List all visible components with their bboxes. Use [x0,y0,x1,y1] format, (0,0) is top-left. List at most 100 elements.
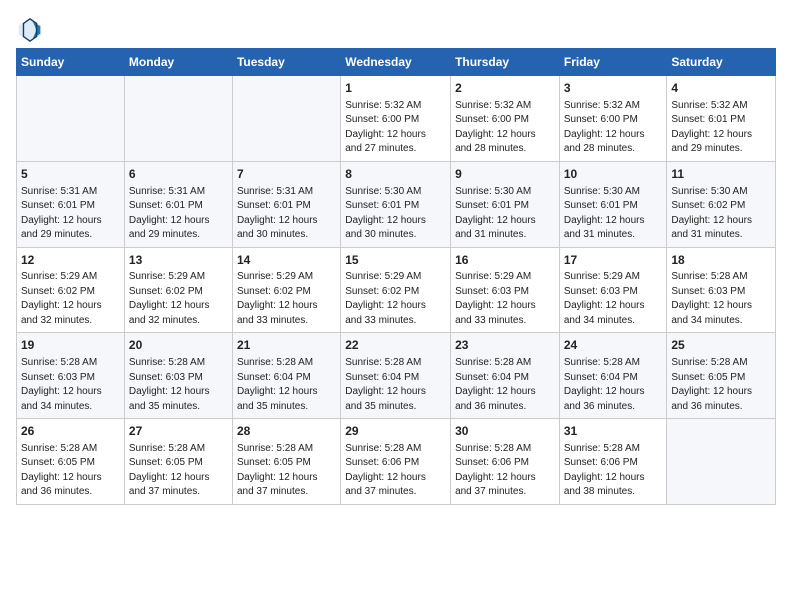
header-friday: Friday [559,49,667,76]
day-number: 3 [564,80,663,97]
day-number: 30 [455,423,555,440]
day-info: Sunrise: 5:28 AM Sunset: 6:03 PM Dayligh… [671,270,771,328]
page-header [16,16,776,44]
day-number: 13 [129,252,228,269]
day-info: Sunrise: 5:28 AM Sunset: 6:04 PM Dayligh… [455,356,555,414]
header-saturday: Saturday [667,49,776,76]
day-number: 25 [671,337,771,354]
calendar-cell: 2 Sunrise: 5:32 AM Sunset: 6:00 PM Daylig… [451,76,560,162]
day-number: 4 [671,80,771,97]
day-info: Sunrise: 5:28 AM Sunset: 6:06 PM Dayligh… [345,442,446,500]
calendar-table: SundayMondayTuesdayWednesdayThursdayFrid… [16,48,776,505]
header-monday: Monday [124,49,232,76]
calendar-cell: 18Sunrise: 5:28 AM Sunset: 6:03 PM Dayli… [667,247,776,333]
calendar-cell: 31 Sunrise: 5:28 AM Sunset: 6:06 PM Dayli… [559,419,667,505]
calendar-cell: 26 Sunrise: 5:28 AM Sunset: 6:05 PM Dayli… [17,419,125,505]
day-info: Sunrise: 5:32 AM Sunset: 6:00 PM Dayligh… [455,99,555,157]
day-info: Sunrise: 5:28 AM Sunset: 6:05 PM Dayligh… [21,442,120,500]
calendar-cell: 10Sunrise: 5:30 AM Sunset: 6:01 PM Dayli… [559,161,667,247]
calendar-cell: 20Sunrise: 5:28 AM Sunset: 6:03 PM Dayli… [124,333,232,419]
day-number: 5 [21,166,120,183]
header-thursday: Thursday [451,49,560,76]
day-info: Sunrise: 5:28 AM Sunset: 6:03 PM Dayligh… [129,356,228,414]
day-info: Sunrise: 5:30 AM Sunset: 6:02 PM Dayligh… [671,185,771,243]
calendar-cell: 22 Sunrise: 5:28 AM Sunset: 6:04 PM Dayli… [341,333,451,419]
calendar-cell: 6Sunrise: 5:31 AM Sunset: 6:01 PM Daylig… [124,161,232,247]
calendar-cell: 13Sunrise: 5:29 AM Sunset: 6:02 PM Dayli… [124,247,232,333]
calendar-cell: 14Sunrise: 5:29 AM Sunset: 6:02 PM Dayli… [232,247,340,333]
day-info: Sunrise: 5:28 AM Sunset: 6:03 PM Dayligh… [21,356,120,414]
day-number: 12 [21,252,120,269]
calendar-cell: 15Sunrise: 5:29 AM Sunset: 6:02 PM Dayli… [341,247,451,333]
day-number: 17 [564,252,663,269]
day-info: Sunrise: 5:28 AM Sunset: 6:04 PM Dayligh… [564,356,663,414]
day-number: 9 [455,166,555,183]
day-info: Sunrise: 5:32 AM Sunset: 6:00 PM Dayligh… [564,99,663,157]
header-tuesday: Tuesday [232,49,340,76]
day-number: 28 [237,423,336,440]
day-number: 22 [345,337,446,354]
logo-icon [16,16,44,44]
calendar-week-4: 19 Sunrise: 5:28 AM Sunset: 6:03 PM Dayli… [17,333,776,419]
calendar-cell [17,76,125,162]
day-number: 18 [671,252,771,269]
day-info: Sunrise: 5:28 AM Sunset: 6:05 PM Dayligh… [237,442,336,500]
day-number: 24 [564,337,663,354]
day-info: Sunrise: 5:28 AM Sunset: 6:05 PM Dayligh… [671,356,771,414]
day-number: 2 [455,80,555,97]
calendar-cell: 25 Sunrise: 5:28 AM Sunset: 6:05 PM Dayli… [667,333,776,419]
day-number: 23 [455,337,555,354]
calendar-cell [667,419,776,505]
day-number: 8 [345,166,446,183]
calendar-body: 1 Sunrise: 5:32 AM Sunset: 6:00 PM Daylig… [17,76,776,505]
day-number: 29 [345,423,446,440]
day-number: 1 [345,80,446,97]
day-number: 26 [21,423,120,440]
calendar-cell: 7 Sunrise: 5:31 AM Sunset: 6:01 PM Daylig… [232,161,340,247]
calendar-week-2: 5 Sunrise: 5:31 AM Sunset: 6:01 PM Daylig… [17,161,776,247]
day-info: Sunrise: 5:32 AM Sunset: 6:01 PM Dayligh… [671,99,771,157]
day-info: Sunrise: 5:31 AM Sunset: 6:01 PM Dayligh… [237,185,336,243]
calendar-cell: 21 Sunrise: 5:28 AM Sunset: 6:04 PM Dayli… [232,333,340,419]
day-info: Sunrise: 5:29 AM Sunset: 6:02 PM Dayligh… [21,270,120,328]
header-wednesday: Wednesday [341,49,451,76]
calendar-cell: 19 Sunrise: 5:28 AM Sunset: 6:03 PM Dayli… [17,333,125,419]
calendar-cell: 29 Sunrise: 5:28 AM Sunset: 6:06 PM Dayli… [341,419,451,505]
day-number: 11 [671,166,771,183]
day-info: Sunrise: 5:30 AM Sunset: 6:01 PM Dayligh… [345,185,446,243]
day-info: Sunrise: 5:28 AM Sunset: 6:04 PM Dayligh… [237,356,336,414]
calendar-cell: 3 Sunrise: 5:32 AM Sunset: 6:00 PM Daylig… [559,76,667,162]
day-number: 27 [129,423,228,440]
day-info: Sunrise: 5:32 AM Sunset: 6:00 PM Dayligh… [345,99,446,157]
calendar-week-5: 26 Sunrise: 5:28 AM Sunset: 6:05 PM Dayli… [17,419,776,505]
calendar-cell: 8 Sunrise: 5:30 AM Sunset: 6:01 PM Daylig… [341,161,451,247]
day-info: Sunrise: 5:28 AM Sunset: 6:06 PM Dayligh… [564,442,663,500]
day-number: 19 [21,337,120,354]
logo [16,16,48,44]
day-number: 21 [237,337,336,354]
calendar-cell: 24 Sunrise: 5:28 AM Sunset: 6:04 PM Dayli… [559,333,667,419]
day-info: Sunrise: 5:28 AM Sunset: 6:06 PM Dayligh… [455,442,555,500]
day-number: 6 [129,166,228,183]
day-number: 15 [345,252,446,269]
day-info: Sunrise: 5:28 AM Sunset: 6:04 PM Dayligh… [345,356,446,414]
calendar-cell: 5 Sunrise: 5:31 AM Sunset: 6:01 PM Daylig… [17,161,125,247]
day-info: Sunrise: 5:29 AM Sunset: 6:02 PM Dayligh… [129,270,228,328]
calendar-week-3: 12Sunrise: 5:29 AM Sunset: 6:02 PM Dayli… [17,247,776,333]
day-info: Sunrise: 5:31 AM Sunset: 6:01 PM Dayligh… [21,185,120,243]
day-info: Sunrise: 5:29 AM Sunset: 6:02 PM Dayligh… [237,270,336,328]
day-number: 14 [237,252,336,269]
day-number: 7 [237,166,336,183]
calendar-header-row: SundayMondayTuesdayWednesdayThursdayFrid… [17,49,776,76]
calendar-cell: 16Sunrise: 5:29 AM Sunset: 6:03 PM Dayli… [451,247,560,333]
day-info: Sunrise: 5:28 AM Sunset: 6:05 PM Dayligh… [129,442,228,500]
calendar-cell: 17Sunrise: 5:29 AM Sunset: 6:03 PM Dayli… [559,247,667,333]
day-info: Sunrise: 5:30 AM Sunset: 6:01 PM Dayligh… [455,185,555,243]
day-info: Sunrise: 5:29 AM Sunset: 6:02 PM Dayligh… [345,270,446,328]
calendar-cell: 1 Sunrise: 5:32 AM Sunset: 6:00 PM Daylig… [341,76,451,162]
day-info: Sunrise: 5:29 AM Sunset: 6:03 PM Dayligh… [455,270,555,328]
calendar-cell: 11 Sunrise: 5:30 AM Sunset: 6:02 PM Dayli… [667,161,776,247]
day-number: 31 [564,423,663,440]
calendar-cell: 23 Sunrise: 5:28 AM Sunset: 6:04 PM Dayli… [451,333,560,419]
calendar-cell [232,76,340,162]
